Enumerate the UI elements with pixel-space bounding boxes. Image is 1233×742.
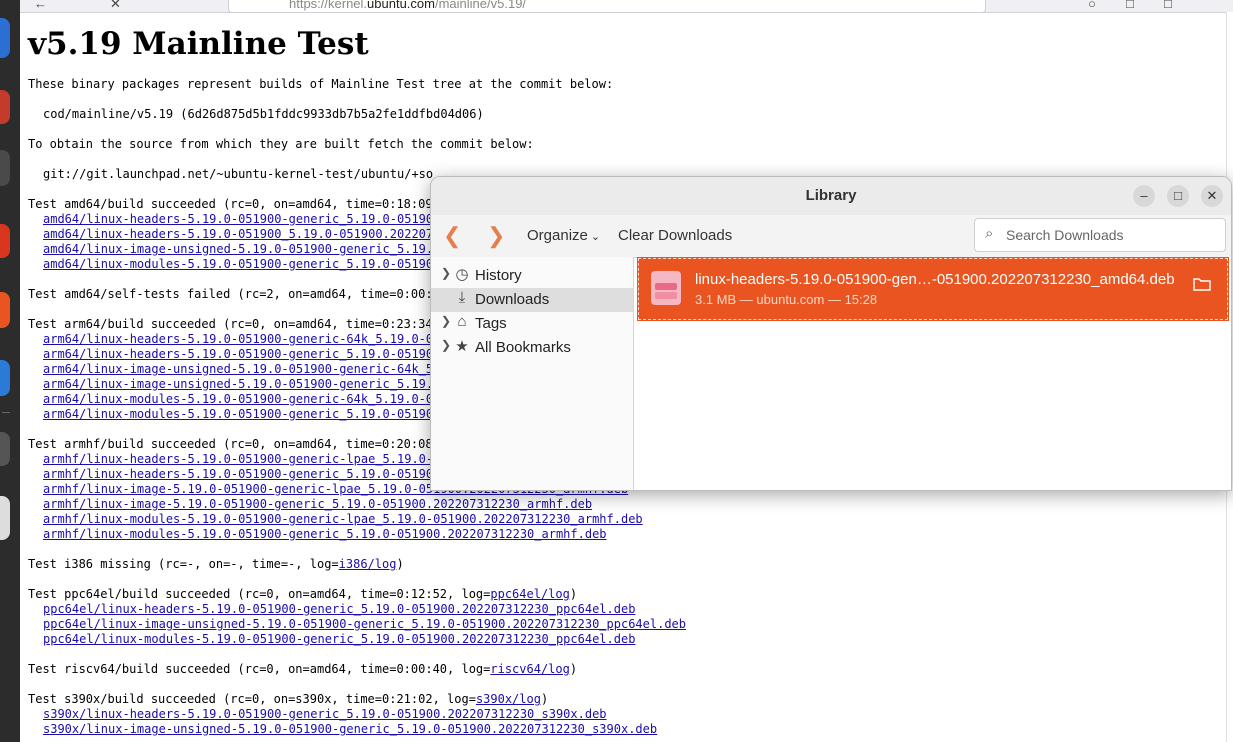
commit-ref: cod/mainline/v5.19 (6d26d875d5b1fddc9933…	[43, 107, 484, 121]
ubuntu-dock	[0, 0, 20, 742]
extensions-icon[interactable]: □	[1126, 0, 1134, 11]
package-link[interactable]: s390x/linux-headers-5.19.0-051900-generi…	[43, 707, 607, 721]
package-link[interactable]: amd64/linux-image-unsigned-5.19.0-051900…	[43, 242, 433, 256]
package-link[interactable]: arm64/linux-modules-5.19.0-051900-generi…	[43, 392, 433, 406]
organize-menu-button[interactable]: Organize ⌄	[527, 227, 600, 244]
package-row: ppc64el/linux-modules-5.19.0-051900-gene…	[28, 632, 1218, 647]
package-link[interactable]: amd64/linux-modules-5.19.0-051900-generi…	[43, 257, 433, 271]
search-placeholder: Search Downloads	[1006, 227, 1124, 243]
sidebar-item-downloads[interactable]: ⤓ Downloads	[431, 288, 633, 312]
sidebar-item-history[interactable]: ❯ ◷ History	[431, 264, 633, 288]
star-icon: ★	[455, 338, 469, 355]
package-row: s390x/linux-image-unsigned-5.19.0-051900…	[28, 722, 1218, 737]
package-link[interactable]: armhf/linux-headers-5.19.0-051900-generi…	[43, 452, 433, 466]
browser-toolbar: ← ✕ https://kernel.ubuntu.com/mainline/v…	[20, 0, 1233, 13]
package-link[interactable]: arm64/linux-headers-5.19.0-051900-generi…	[43, 347, 433, 361]
clock-icon: ◷	[455, 266, 469, 283]
build-status-line: Test riscv64/build succeeded (rc=0, on=a…	[28, 662, 578, 676]
log-link[interactable]: s390x/log	[476, 692, 541, 706]
dock-separator	[2, 412, 10, 413]
package-row: ppc64el/linux-image-unsigned-5.19.0-0519…	[28, 617, 1218, 632]
log-link[interactable]: riscv64/log	[490, 662, 569, 676]
download-icon: ⤓	[458, 289, 466, 306]
package-link[interactable]: s390x/linux-image-unsigned-5.19.0-051900…	[43, 722, 657, 736]
package-link[interactable]: armhf/linux-image-5.19.0-051900-generic_…	[43, 497, 592, 511]
package-link[interactable]: arm64/linux-image-unsigned-5.19.0-051900…	[43, 377, 433, 391]
library-window: Library – □ ✕ ❮ ❯ Organize ⌄ Clear Downl…	[430, 176, 1232, 491]
back-button[interactable]: ❮	[443, 223, 461, 249]
search-downloads-input[interactable]: ⌕ Search Downloads	[974, 218, 1226, 252]
package-link[interactable]: armhf/linux-modules-5.19.0-051900-generi…	[43, 527, 607, 541]
archive-file-icon	[651, 271, 681, 305]
package-link[interactable]: amd64/linux-headers-5.19.0-051900-generi…	[43, 212, 440, 226]
sidebar-item-all-bookmarks[interactable]: ❯ ★ All Bookmarks	[431, 336, 633, 360]
package-link[interactable]: arm64/linux-image-unsigned-5.19.0-051900…	[43, 362, 433, 376]
download-filename: linux-headers-5.19.0-051900-gen…-051900.…	[695, 271, 1175, 288]
package-row: ppc64el/linux-headers-5.19.0-051900-gene…	[28, 602, 1218, 617]
help-dock-icon[interactable]	[0, 360, 10, 396]
menu-icon[interactable]: □	[1164, 0, 1172, 11]
package-link[interactable]: arm64/linux-headers-5.19.0-051900-generi…	[43, 332, 433, 346]
chevron-down-icon: ⌄	[587, 231, 601, 243]
package-link[interactable]: ppc64el/linux-headers-5.19.0-051900-gene…	[43, 602, 635, 616]
trash-dock-icon[interactable]	[0, 496, 10, 540]
expand-chevron-icon[interactable]: ❯	[441, 314, 451, 328]
account-icon[interactable]: ○	[1088, 0, 1096, 11]
package-link[interactable]: armhf/linux-headers-5.19.0-051900-generi…	[43, 467, 433, 481]
log-link[interactable]: i386/log	[339, 557, 397, 571]
address-bar[interactable]: https://kernel.ubuntu.com/mainline/v5.19…	[228, 0, 986, 13]
expand-chevron-icon[interactable]: ❯	[441, 266, 451, 280]
close-button[interactable]: ✕	[1201, 185, 1223, 207]
maximize-icon: □	[1174, 188, 1182, 203]
firefox-dock-icon[interactable]	[0, 18, 10, 58]
thunderbird-dock-icon[interactable]	[0, 90, 10, 124]
url-text: https://kernel.ubuntu.com/mainline/v5.19…	[289, 0, 527, 11]
package-row: s390x/linux-headers-5.19.0-051900-generi…	[28, 707, 1218, 722]
page-title: v5.19 Mainline Test	[28, 26, 369, 62]
minimize-button[interactable]: –	[1133, 185, 1155, 207]
folder-icon[interactable]	[1193, 277, 1211, 291]
download-meta: 3.1 MB — ubuntu.com — 15:28	[695, 292, 878, 307]
tag-icon: ⌂	[457, 313, 467, 330]
package-row: armhf/linux-image-5.19.0-051900-generic_…	[28, 497, 1218, 512]
package-link[interactable]: amd64/linux-headers-5.19.0-051900_5.19.0…	[43, 227, 433, 241]
files-dock-icon[interactable]	[0, 150, 10, 186]
package-link[interactable]: ppc64el/linux-image-unsigned-5.19.0-0519…	[43, 617, 686, 631]
package-link[interactable]: armhf/linux-modules-5.19.0-051900-generi…	[43, 512, 643, 526]
close-icon: ✕	[1206, 188, 1218, 203]
minimize-icon: –	[1140, 188, 1148, 203]
software-dock-icon[interactable]	[0, 224, 10, 258]
search-icon: ⌕	[985, 225, 994, 242]
library-titlebar[interactable]: Library – □ ✕	[431, 177, 1231, 215]
library-title: Library	[805, 187, 857, 204]
build-status-line: Test i386 missing (rc=-, on=-, time=-, l…	[28, 557, 404, 571]
bookmark-star-icon[interactable]: ☆	[963, 0, 975, 2]
source-intro-text: To obtain the source from which they are…	[28, 137, 534, 151]
downloads-list: linux-headers-5.19.0-051900-gen…-051900.…	[637, 257, 1231, 490]
close-tab-icon[interactable]: ✕	[110, 0, 121, 12]
back-arrow-icon[interactable]: ←	[34, 0, 47, 11]
package-row: armhf/linux-modules-5.19.0-051900-generi…	[28, 512, 1218, 527]
sidebar-item-tags[interactable]: ❯ ⌂ Tags	[431, 312, 633, 336]
terminal-dock-icon[interactable]	[0, 432, 10, 466]
clear-downloads-button[interactable]: Clear Downloads	[618, 227, 732, 244]
build-status-line: Test ppc64el/build succeeded (rc=0, on=a…	[28, 587, 578, 601]
chevron-left-icon: ❮	[443, 223, 462, 248]
library-toolbar: ❮ ❯ Organize ⌄ Clear Downloads ⌕ Search …	[431, 215, 1231, 258]
chevron-right-icon: ❯	[487, 223, 506, 248]
maximize-button[interactable]: □	[1167, 185, 1189, 207]
build-status-line: Test s390x/build succeeded (rc=0, on=s39…	[28, 692, 549, 706]
package-link[interactable]: ppc64el/linux-modules-5.19.0-051900-gene…	[43, 632, 635, 646]
app-center-dock-icon[interactable]	[0, 292, 10, 328]
download-item[interactable]: linux-headers-5.19.0-051900-gen…-051900.…	[637, 257, 1229, 321]
forward-button[interactable]: ❯	[487, 223, 505, 249]
package-row: armhf/linux-modules-5.19.0-051900-generi…	[28, 527, 1218, 542]
expand-chevron-icon[interactable]: ❯	[441, 338, 451, 352]
log-link[interactable]: ppc64el/log	[490, 587, 569, 601]
library-sidebar: ❯ ◷ History ⤓ Downloads ❯ ⌂ Tags ❯ ★ All…	[431, 257, 634, 490]
package-link[interactable]: arm64/linux-modules-5.19.0-051900-generi…	[43, 407, 433, 421]
intro-text: These binary packages represent builds o…	[28, 77, 614, 91]
